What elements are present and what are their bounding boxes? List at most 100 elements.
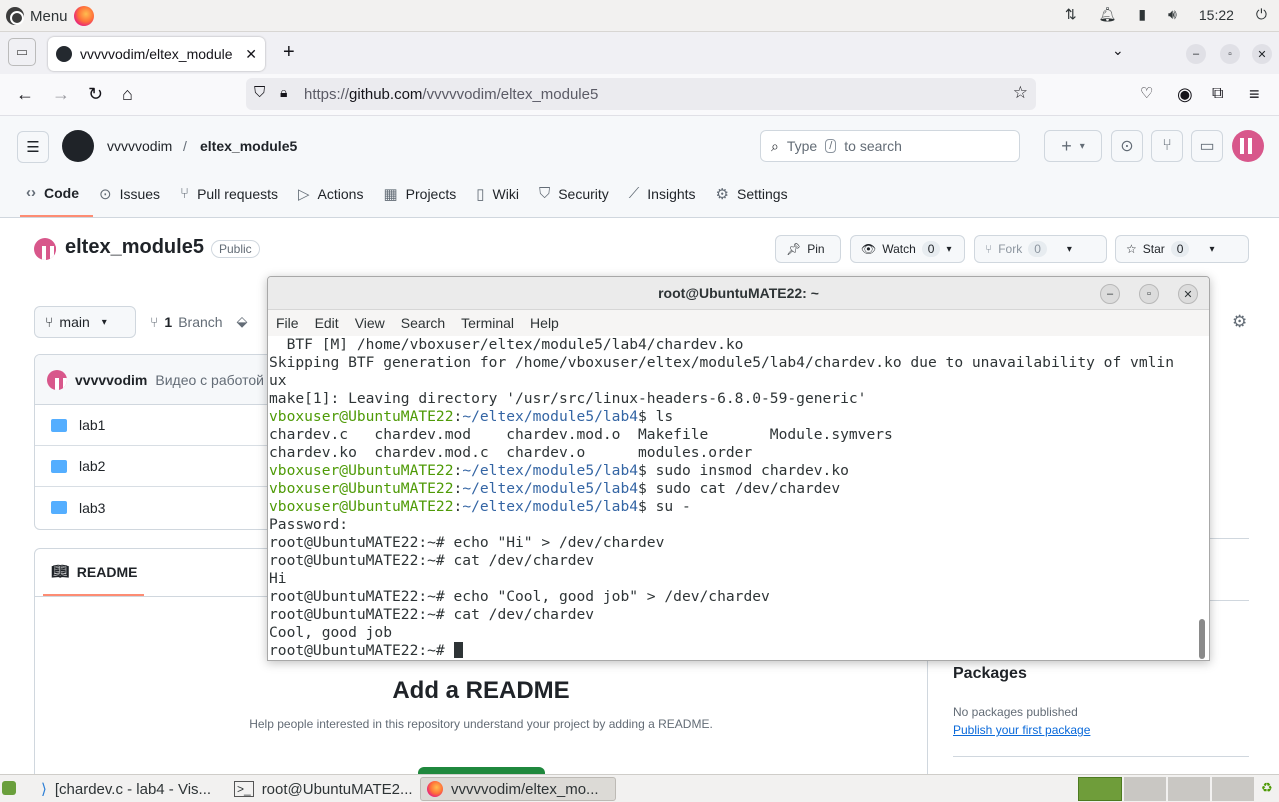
workspace-1[interactable] <box>1078 777 1122 801</box>
pull-requests-icon[interactable]: ⑂ <box>1151 130 1183 162</box>
new-tab-icon[interactable]: + <box>283 41 295 64</box>
github-logo-icon[interactable] <box>62 130 94 162</box>
menu-file[interactable]: File <box>268 315 307 331</box>
inbox-icon[interactable]: ▭ <box>1191 130 1223 162</box>
line-text: make[1]: Leaving directory '/usr/src/lin… <box>269 390 867 407</box>
workspace-3[interactable] <box>1168 777 1210 801</box>
tab-insights[interactable]: ⟋ Insights <box>623 178 710 217</box>
terminal-output[interactable]: BTF [M] /home/vboxuser/eltex/module5/lab… <box>268 336 1209 660</box>
home-icon[interactable]: ⌂ <box>122 84 133 104</box>
tab-projects-label: Projects <box>405 185 457 202</box>
close-window-icon[interactable]: ✕ <box>1252 44 1272 64</box>
volume-icon[interactable]: 🔊︎ <box>1168 6 1177 23</box>
menu-terminal[interactable]: Terminal <box>453 315 522 331</box>
tab-pull-requests[interactable]: ⑂ Pull requests <box>174 178 292 217</box>
branch-name: main <box>59 314 90 330</box>
back-icon[interactable]: ← <box>16 84 34 104</box>
branch-selector[interactable]: ⑂ main ▾ <box>34 306 136 338</box>
file-row[interactable]: lab3 <box>35 487 293 528</box>
taskbar-item-vscode[interactable]: ⟩ [chardev.c - lab4 - Vis... <box>34 777 220 801</box>
repo-title[interactable]: eltex_module5 <box>65 236 204 259</box>
terminal-minimize-icon[interactable]: – <box>1100 284 1120 304</box>
menu-search[interactable]: Search <box>393 315 453 331</box>
firefox-launcher-icon[interactable] <box>73 6 94 26</box>
tab-actions[interactable]: ▷ Actions <box>292 178 377 217</box>
terminal-close-icon[interactable]: ✕ <box>1178 284 1198 304</box>
menu-help[interactable]: Help <box>522 315 567 331</box>
menu-edit[interactable]: Edit <box>307 315 347 331</box>
reload-icon[interactable]: ↻ <box>88 84 103 104</box>
close-tab-icon[interactable]: ✕ <box>245 46 257 63</box>
list-tabs-icon[interactable]: ⌄ <box>1112 42 1124 59</box>
forward-icon[interactable]: → <box>52 84 70 104</box>
clock[interactable]: 15:22 <box>1199 7 1234 23</box>
bookmark-star-icon[interactable]: ☆ <box>1013 83 1028 103</box>
workspace-4[interactable] <box>1212 777 1254 801</box>
battery-icon[interactable]: ▮ <box>1138 6 1146 23</box>
commit-message[interactable]: Видео с работой <box>155 372 264 388</box>
terminal-window[interactable]: root@UbuntuMATE22: ~ – ▫ ✕ File Edit Vie… <box>267 276 1210 661</box>
menu-button[interactable]: Menu <box>6 6 94 26</box>
minimize-icon[interactable]: – <box>1186 44 1206 64</box>
app-menu-icon[interactable]: ≡ <box>1249 84 1260 104</box>
tab-issues[interactable]: ⊙ Issues <box>93 178 174 217</box>
power-icon[interactable]: ⏻ <box>1256 6 1267 23</box>
maximize-icon[interactable]: ▫ <box>1220 44 1240 64</box>
fork-button[interactable]: ⑂ Fork 0 ▾ <box>974 235 1107 263</box>
caret-down-icon: ▾ <box>1209 243 1215 255</box>
tab-security[interactable]: ⛉ Security <box>533 178 623 217</box>
notification-bell-icon[interactable]: 🔔︎ <box>1099 6 1117 23</box>
shield-icon[interactable]: ⛉ <box>254 84 265 101</box>
repo-link[interactable]: eltex_module5 <box>200 138 297 154</box>
issues-icon[interactable]: ⊙ <box>1111 130 1143 162</box>
readme-tab[interactable]: 📖︎ README <box>43 549 144 596</box>
create-new-button[interactable]: + ▾ <box>1044 130 1102 162</box>
tab-code[interactable]: ‹› Code <box>20 178 93 217</box>
show-desktop-icon[interactable] <box>2 781 16 795</box>
terminal-titlebar[interactable]: root@UbuntuMATE22: ~ – ▫ ✕ <box>268 277 1209 310</box>
about-settings-gear-icon[interactable]: ⚙ <box>1232 312 1247 332</box>
menu-view[interactable]: View <box>347 315 393 331</box>
lock-icon[interactable]: 🔒︎ <box>280 84 287 101</box>
url-bar[interactable]: ⛉ 🔒︎ https://github.com/vvvvvodim/eltex_… <box>246 78 1036 110</box>
extensions-icon[interactable]: ⧉ <box>1212 84 1223 104</box>
browser-tab[interactable]: vvvvvodim/eltex_module ✕ <box>48 37 265 71</box>
hamburger-menu-icon[interactable]: ☰ <box>17 131 49 163</box>
tab-settings[interactable]: ⚙ Settings <box>710 178 802 217</box>
pocket-icon[interactable]: ♡ <box>1140 84 1153 104</box>
file-name[interactable]: lab3 <box>79 500 105 516</box>
line-text: root@UbuntuMATE22:~# <box>269 642 454 659</box>
account-icon[interactable]: ◉ <box>1177 84 1193 104</box>
tag-icon[interactable]: ⬙ <box>237 313 248 330</box>
menu-label: Menu <box>30 7 68 25</box>
trash-icon[interactable]: ♻ <box>1261 780 1273 796</box>
terminal-line: Skipping BTF generation for /home/vboxus… <box>269 354 1209 372</box>
terminal-line: vboxuser@UbuntuMATE22:~/eltex/module5/la… <box>269 480 1209 498</box>
network-icon[interactable]: ⇅ <box>1065 6 1077 23</box>
workspace-2[interactable] <box>1124 777 1166 801</box>
taskbar-item-firefox[interactable]: vvvvvodim/eltex_mo... <box>420 777 616 801</box>
publish-package-link[interactable]: Publish your first package <box>953 723 1090 737</box>
branches-link[interactable]: ⑂ 1 Branch ⬙ <box>150 313 247 330</box>
code-icon: ‹› <box>26 184 36 201</box>
terminal-scrollbar[interactable] <box>1199 619 1205 659</box>
tab-projects[interactable]: ▦ Projects <box>377 178 470 217</box>
taskbar-item-terminal[interactable]: >_ root@UbuntuMATE2... <box>227 777 417 801</box>
search-input[interactable]: ⌕ Type / to search <box>760 130 1020 162</box>
file-row[interactable]: lab2 <box>35 446 293 487</box>
watch-button[interactable]: 👁︎ Watch 0 ▾ <box>850 235 965 263</box>
tab-wiki[interactable]: ▯ Wiki <box>470 178 533 217</box>
file-row[interactable]: lab1 <box>35 405 293 446</box>
packages-title[interactable]: Packages <box>953 665 1027 683</box>
terminal-maximize-icon[interactable]: ▫ <box>1139 284 1159 304</box>
owner-link[interactable]: vvvvvodim <box>107 138 172 154</box>
tab-overview-icon[interactable]: ▭ <box>8 38 36 66</box>
sidebar-divider <box>953 756 1249 757</box>
file-name[interactable]: lab2 <box>79 458 105 474</box>
star-button[interactable]: ☆ Star 0 ▾ <box>1115 235 1249 263</box>
pin-button[interactable]: 📌︎ Pin <box>775 235 841 263</box>
file-name[interactable]: lab1 <box>79 417 105 433</box>
commit-author[interactable]: vvvvvodim <box>75 372 147 388</box>
user-avatar[interactable] <box>1232 130 1264 162</box>
line-text: root@UbuntuMATE22:~# cat /dev/chardev <box>269 606 595 623</box>
